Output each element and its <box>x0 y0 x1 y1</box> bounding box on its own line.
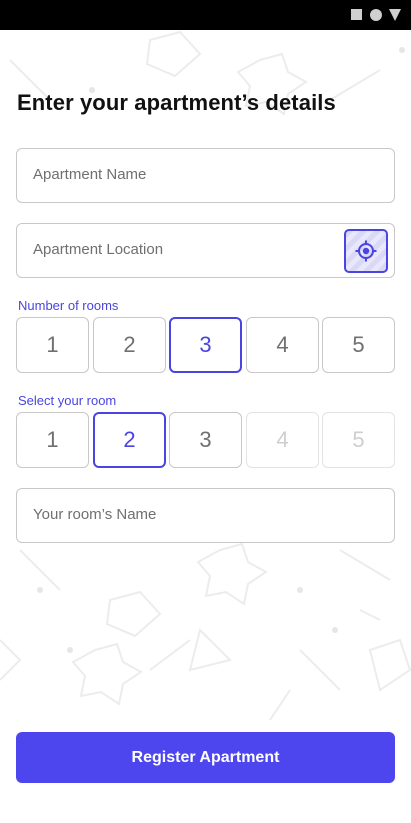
triangle-icon <box>389 9 401 21</box>
apartment-name-placeholder: Apartment Name <box>33 166 147 183</box>
room-option-2[interactable]: 2 <box>93 412 166 468</box>
room-option-1[interactable]: 1 <box>16 412 89 468</box>
apartment-name-input[interactable]: Apartment Name <box>16 148 395 203</box>
room-option-5: 5 <box>322 412 395 468</box>
locate-button[interactable] <box>344 229 388 273</box>
room-name-placeholder: Your room’s Name <box>33 506 157 523</box>
crosshair-icon <box>355 240 377 262</box>
rooms-option-5[interactable]: 5 <box>322 317 395 373</box>
square-icon <box>351 9 362 20</box>
page-title: Enter your apartment’s details <box>17 90 336 115</box>
select-room-label: Select your room <box>18 393 117 408</box>
form-screen: Enter your apartment’s details Apartment… <box>0 0 411 823</box>
room-name-input[interactable]: Your room’s Name <box>16 488 395 543</box>
number-of-rooms-selector: 1 2 3 4 5 <box>16 317 395 373</box>
rooms-option-3[interactable]: 3 <box>169 317 242 373</box>
rooms-option-2[interactable]: 2 <box>93 317 166 373</box>
number-of-rooms-label: Number of rooms <box>18 298 119 313</box>
room-option-4: 4 <box>246 412 319 468</box>
select-room-selector: 1 2 3 4 5 <box>16 412 395 468</box>
apartment-location-placeholder: Apartment Location <box>33 241 164 258</box>
rooms-option-4[interactable]: 4 <box>246 317 319 373</box>
register-apartment-button[interactable]: Register Apartment <box>16 732 395 783</box>
rooms-option-1[interactable]: 1 <box>16 317 89 373</box>
status-bar <box>0 0 411 30</box>
apartment-location-input[interactable]: Apartment Location <box>16 223 395 278</box>
circle-icon <box>370 9 382 21</box>
room-option-3[interactable]: 3 <box>169 412 242 468</box>
